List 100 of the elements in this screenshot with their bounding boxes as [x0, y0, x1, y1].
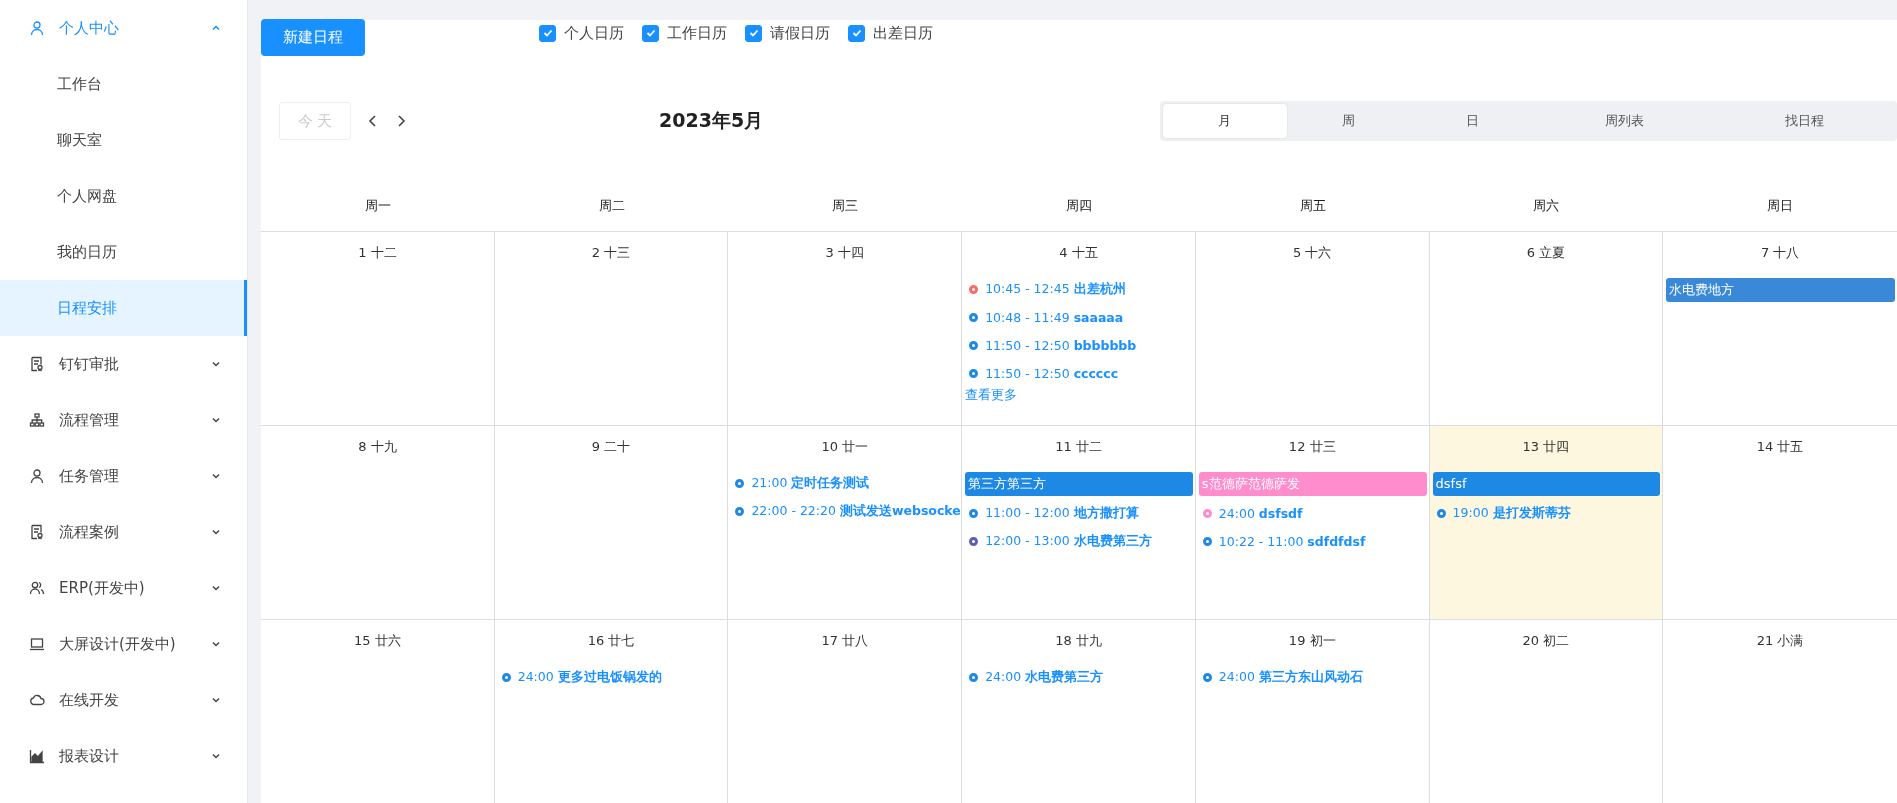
day-number: 11 廿二: [1055, 439, 1102, 454]
cloud-icon: [29, 692, 45, 708]
menu-label: 大屏设计(开发中): [59, 634, 177, 654]
day-number: 7 十八: [1760, 245, 1800, 260]
weekday-label: 周五: [1299, 198, 1326, 213]
checkmark-icon: [644, 27, 657, 39]
menu-label: 报表设计: [59, 746, 120, 766]
menu-item[interactable]: 流程管理: [0, 392, 247, 448]
menu-label: ERP(开发中): [59, 578, 146, 598]
day-number: 13 廿四: [1522, 439, 1570, 454]
menu-item[interactable]: 报表设计: [0, 728, 247, 784]
event-bar[interactable]: 第三方第三方: [965, 472, 1193, 496]
submenu-item[interactable]: 工作台: [0, 56, 247, 112]
checkmark-icon: [541, 27, 554, 39]
view-tab[interactable]: 周列表: [1534, 104, 1715, 138]
menu-item[interactable]: 流程案例: [0, 504, 247, 560]
chevron-down-icon: [211, 639, 221, 649]
checkmark-icon: [850, 27, 863, 39]
day-number: 16 廿七: [587, 633, 635, 648]
menu-label: 钉钉审批: [59, 354, 120, 374]
weekday-label: 周四: [1066, 198, 1092, 213]
day-number: 18 廿九: [1055, 633, 1102, 648]
event-item[interactable]: 21:00 定时任务测试: [751, 474, 870, 492]
day-number: 1 十二: [358, 245, 397, 260]
weekday-label: 周日: [1767, 198, 1794, 213]
event-item[interactable]: 12:00 - 13:00 水电费第三方: [985, 532, 1152, 550]
day-number: 20 初二: [1522, 633, 1570, 648]
day-number: 17 廿八: [821, 633, 869, 648]
document-icon: [29, 356, 45, 372]
next-icon[interactable]: [395, 114, 407, 128]
menu-item[interactable]: 钉钉审批: [0, 336, 247, 392]
day-number: 5 十六: [1293, 245, 1332, 260]
day-number: 2 十三: [591, 245, 631, 260]
event-item[interactable]: 10:48 - 11:49 saaaaa: [985, 309, 1124, 325]
menu-label: 在线开发: [59, 690, 120, 710]
day-number: 4 十五: [1059, 245, 1098, 260]
checkmark-icon: [747, 27, 760, 39]
chevron-down-icon: [211, 583, 221, 593]
event-item[interactable]: 22:00 - 22:20 测试发送websocke: [751, 502, 961, 520]
calendar-checkbox[interactable]: 出差日历: [848, 20, 933, 46]
weekday-label: 周二: [598, 198, 625, 213]
event-bar[interactable]: s范德萨范德萨发: [1198, 472, 1427, 496]
event-item[interactable]: 24:00 dsfsdf: [1218, 505, 1303, 521]
view-tab[interactable]: 日: [1410, 104, 1535, 138]
event-bar[interactable]: 水电费地方: [1666, 278, 1895, 302]
event-item[interactable]: 10:22 - 11:00 sdfdfdsf: [1218, 533, 1366, 549]
day-number: 6 立夏: [1526, 245, 1566, 260]
menu-item[interactable]: 任务管理: [0, 448, 247, 504]
event-item[interactable]: 10:45 - 12:45 出差杭州: [985, 280, 1126, 298]
chevron-up-icon: [211, 23, 221, 33]
users-icon: [29, 580, 45, 596]
event-item[interactable]: 24:00 更多过电饭锅发的: [517, 668, 662, 686]
new-event-button[interactable]: 新建日程: [261, 19, 365, 56]
day-number: 9 二十: [591, 439, 631, 454]
calendar-checkbox[interactable]: 个人日历: [539, 20, 624, 46]
submenu-item[interactable]: 个人网盘: [0, 168, 247, 224]
calendar-checkbox[interactable]: 请假日历: [745, 20, 830, 46]
chevron-down-icon: [211, 471, 221, 481]
weekday-label: 周六: [1533, 198, 1560, 213]
laptop-icon: [29, 636, 45, 652]
user-icon: [29, 468, 45, 484]
document-icon: [29, 524, 45, 540]
view-tab[interactable]: 月: [1163, 104, 1287, 138]
day-number: 19 初一: [1288, 633, 1336, 648]
event-item[interactable]: 24:00 第三方东山风动石: [1218, 668, 1363, 686]
view-tab[interactable]: 周: [1286, 104, 1411, 138]
submenu-item[interactable]: 我的日历: [0, 224, 247, 280]
more-link[interactable]: 查看更多: [965, 386, 1018, 404]
submenu-item[interactable]: 聊天室: [0, 112, 247, 168]
calendar-checkbox[interactable]: 工作日历: [642, 20, 727, 46]
chevron-down-icon: [211, 527, 221, 537]
menu-label: 流程案例: [59, 522, 120, 542]
chart-icon: [29, 748, 45, 764]
chevron-down-icon: [211, 695, 221, 705]
day-number: 3 十四: [825, 245, 864, 260]
user-icon: [29, 20, 45, 36]
month-title: 2023年5月: [658, 108, 765, 133]
chevron-down-icon: [211, 359, 221, 369]
event-item[interactable]: 11:50 - 12:50 cccccc: [985, 365, 1119, 381]
menu-label: 个人中心: [59, 18, 120, 38]
event-item[interactable]: 24:00 水电费第三方: [985, 668, 1104, 686]
event-bar[interactable]: dsfsf: [1432, 472, 1661, 496]
day-number: 15 廿六: [354, 633, 401, 648]
day-number: 10 廿一: [821, 439, 869, 454]
sitemap-icon: [29, 412, 45, 428]
menu-item[interactable]: 大屏设计(开发中): [0, 616, 247, 672]
day-number: 14 廿五: [1756, 439, 1804, 454]
event-item[interactable]: 19:00 是打发斯蒂芬: [1452, 504, 1571, 522]
menu-label: 流程管理: [59, 410, 120, 430]
menu-item[interactable]: 在线开发: [0, 672, 247, 728]
view-tab[interactable]: 找日程: [1714, 104, 1894, 138]
menu-item[interactable]: ERP(开发中): [0, 560, 247, 616]
weekday-label: 周三: [832, 198, 859, 213]
event-item[interactable]: 11:00 - 12:00 地方撒打算: [985, 504, 1139, 522]
day-number: 21 小满: [1756, 633, 1804, 648]
menu-item[interactable]: 个人中心: [0, 0, 247, 56]
chevron-down-icon: [211, 415, 221, 425]
submenu-item[interactable]: 日程安排: [0, 280, 247, 336]
event-item[interactable]: 11:50 - 12:50 bbbbbbb: [985, 337, 1137, 353]
previous-icon[interactable]: [367, 114, 379, 128]
